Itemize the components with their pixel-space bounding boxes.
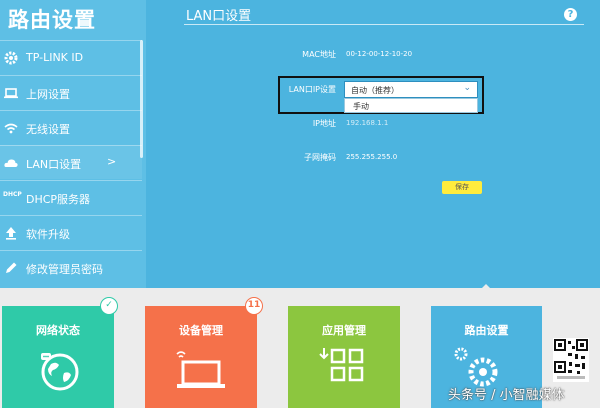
sidebar-item-label: 上网设置 xyxy=(26,88,70,101)
dropdown-option-manual[interactable]: 手动 xyxy=(353,101,369,112)
sidebar-item-label: DHCP服务器 xyxy=(26,193,91,206)
lan-ip-select[interactable]: 自动（推荐） ⌄ xyxy=(344,81,478,98)
pencil-icon xyxy=(3,260,19,276)
mask-label: 子网掩码 xyxy=(304,153,336,162)
sidebar-item-upgrade[interactable]: 软件升级 xyxy=(0,215,142,249)
watermark: 头条号 / 小智融媒体 xyxy=(448,388,565,403)
page-title: LAN口设置 xyxy=(186,9,252,24)
qr-code xyxy=(553,338,589,382)
sidebar-item-dhcp[interactable]: DHCP DHCP服务器 xyxy=(0,180,142,214)
sidebar-item-label: TP-LINK ID xyxy=(26,51,84,64)
lan-ip-selected: 自动（推荐） xyxy=(351,86,399,95)
lan-ip-label: LAN口IP设置 xyxy=(288,85,336,94)
check-badge-icon: ✓ xyxy=(100,297,118,315)
tile-label: 设备管理 xyxy=(179,324,223,337)
tile-label: 路由设置 xyxy=(464,324,509,337)
main-panel: LAN口设置 ? MAC地址 00-12-00-12-10-20 LAN口IP设… xyxy=(146,0,600,288)
chevron-down-icon: ⌄ xyxy=(463,83,471,93)
cloud-icon xyxy=(3,155,19,171)
laptop-icon xyxy=(3,85,19,101)
active-tile-pointer xyxy=(478,284,494,292)
gear-icon xyxy=(3,50,19,66)
count-badge: 11 xyxy=(245,297,263,315)
sidebar-item-password[interactable]: 修改管理员密码 xyxy=(0,250,142,284)
tile-device-management[interactable]: 设备管理 xyxy=(145,306,257,408)
ip-label: IP地址 xyxy=(312,119,336,128)
sidebar-item-wireless[interactable]: 无线设置 xyxy=(0,110,142,144)
sidebar-item-lan[interactable]: LAN口设置 > xyxy=(0,145,142,179)
sidebar-item-tplink-id[interactable]: TP-LINK ID xyxy=(0,40,142,74)
sidebar-title: 路由设置 xyxy=(8,8,96,32)
save-button[interactable]: 保存 xyxy=(442,181,482,194)
mac-label: MAC地址 xyxy=(302,50,336,59)
tile-app-management[interactable]: 应用管理 xyxy=(288,306,400,408)
sidebar-item-label: 软件升级 xyxy=(26,228,70,241)
apps-grid-icon xyxy=(319,348,364,382)
sidebar-item-label: 修改管理员密码 xyxy=(26,263,103,276)
tile-label: 网络状态 xyxy=(36,324,80,337)
globe-icon xyxy=(41,353,79,391)
sidebar-item-label: LAN口设置 xyxy=(26,158,82,171)
lan-ip-dropdown: 手动 xyxy=(344,98,478,113)
wifi-icon xyxy=(3,120,19,136)
sidebar-scrollbar[interactable] xyxy=(140,40,143,158)
tile-label: 应用管理 xyxy=(322,324,366,337)
laptop-wifi-icon xyxy=(176,351,225,388)
upload-icon xyxy=(3,225,19,241)
tile-network-status[interactable]: 网络状态 xyxy=(2,306,114,408)
dhcp-icon: DHCP xyxy=(3,191,22,198)
help-icon[interactable]: ? xyxy=(564,8,577,21)
title-divider xyxy=(184,24,584,25)
sidebar-item-internet[interactable]: 上网设置 xyxy=(0,75,142,109)
ip-value[interactable]: 192.168.1.1 xyxy=(346,119,388,127)
mask-value[interactable]: 255.255.255.0 xyxy=(346,153,397,161)
sidebar: 路由设置 TP-LINK ID 上网设置 无线设置 LAN口设置 > DHCP … xyxy=(0,0,146,288)
chevron-right-icon: > xyxy=(107,155,117,168)
mac-value: 00-12-00-12-10-20 xyxy=(346,50,413,58)
sidebar-item-label: 无线设置 xyxy=(26,123,70,136)
